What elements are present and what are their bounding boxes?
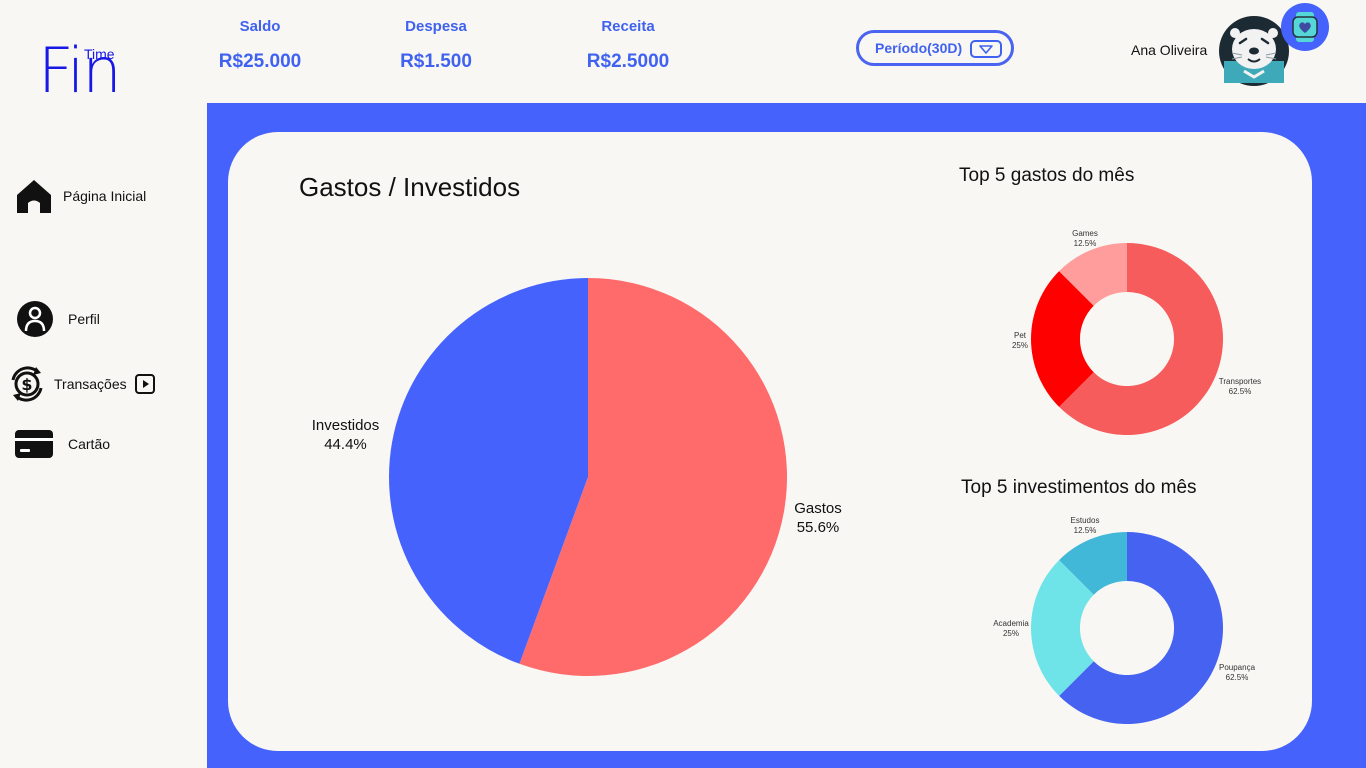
avatar[interactable]	[1218, 15, 1290, 87]
play-icon[interactable]	[134, 374, 155, 394]
pie-chart-title: Gastos / Investidos	[299, 172, 521, 202]
stat-saldo: Saldo R$25.000	[185, 18, 335, 73]
slice-name: Games	[1072, 229, 1098, 238]
dollar-refresh-icon: $	[8, 364, 46, 404]
sidebar-item-label: Perfil	[68, 311, 100, 327]
top-investimentos-title: Top 5 investimentos do mês	[961, 477, 1197, 498]
slice-name: Gastos	[794, 500, 842, 517]
slice-value: 55.6%	[796, 519, 840, 536]
slice-name: Pet	[1013, 331, 1026, 340]
donut-label-estudos: Estudos 12.5%	[1063, 516, 1107, 536]
slice-name: Estudos	[1070, 516, 1100, 525]
donut-label-pet: Pet 25%	[1003, 331, 1037, 351]
chevron-down-icon[interactable]	[970, 40, 1002, 58]
slice-value: 12.5%	[1073, 526, 1097, 535]
donut-label-games: Games 12.5%	[1063, 229, 1107, 249]
donut-label-poupanca: Poupança 62.5%	[1214, 663, 1260, 683]
gastos-investidos-pie	[389, 278, 787, 676]
donut-label-transportes: Transportes 62.5%	[1214, 377, 1266, 397]
sidebar-item-home[interactable]: Página Inicial	[15, 178, 146, 214]
stat-label: Despesa	[405, 18, 467, 35]
slice-value: 62.5%	[1225, 673, 1249, 682]
svg-text:$: $	[21, 375, 32, 394]
logo-superscript: Time	[84, 46, 115, 62]
period-selector[interactable]: Período(30D)	[856, 30, 1014, 66]
credit-card-icon	[15, 430, 53, 458]
slice-value: 12.5%	[1073, 239, 1097, 248]
slice-name: Transportes	[1218, 377, 1262, 386]
slice-name: Investidos	[311, 417, 380, 434]
app-logo[interactable]: Fin Time	[38, 40, 128, 106]
top-investimentos-donut	[1031, 532, 1223, 724]
user-name: Ana Oliveira	[1131, 42, 1208, 58]
pie-label-gastos: Gastos 55.6%	[785, 499, 851, 537]
sidebar-item-label: Página Inicial	[63, 188, 147, 204]
top-gastos-donut	[1031, 243, 1223, 435]
sidebar-item-perfil[interactable]: Perfil	[15, 300, 100, 338]
stat-value: R$2.5000	[586, 51, 670, 72]
pie-label-investidos: Investidos 44.4%	[298, 416, 393, 454]
watch-heart-icon[interactable]	[1281, 3, 1329, 51]
stat-despesa: Despesa R$1.500	[361, 18, 511, 73]
slice-value: 62.5%	[1228, 387, 1252, 396]
slice-name: Poupança	[1218, 663, 1256, 672]
stat-value: R$1.500	[400, 51, 472, 72]
stat-receita: Receita R$2.5000	[553, 18, 703, 73]
donut-label-academia: Academia 25%	[989, 619, 1033, 639]
stat-label: Saldo	[239, 18, 281, 35]
sidebar-item-label: Cartão	[68, 436, 111, 452]
user-icon	[15, 300, 55, 338]
top-gastos-title: Top 5 gastos do mês	[959, 165, 1135, 186]
sidebar-item-transacoes[interactable]: $ Transações	[8, 364, 155, 404]
stat-label: Receita	[601, 18, 655, 35]
sidebar-item-cartao[interactable]: Cartão	[15, 430, 110, 458]
slice-name: Academia	[993, 619, 1029, 628]
period-label: Período(30D)	[875, 40, 963, 56]
slice-value: 25%	[1011, 341, 1028, 350]
slice-value: 25%	[1002, 629, 1019, 638]
sidebar-item-label: Transações	[54, 376, 127, 392]
stat-value: R$25.000	[218, 51, 302, 72]
home-icon	[15, 178, 53, 214]
slice-value: 44.4%	[324, 436, 367, 453]
